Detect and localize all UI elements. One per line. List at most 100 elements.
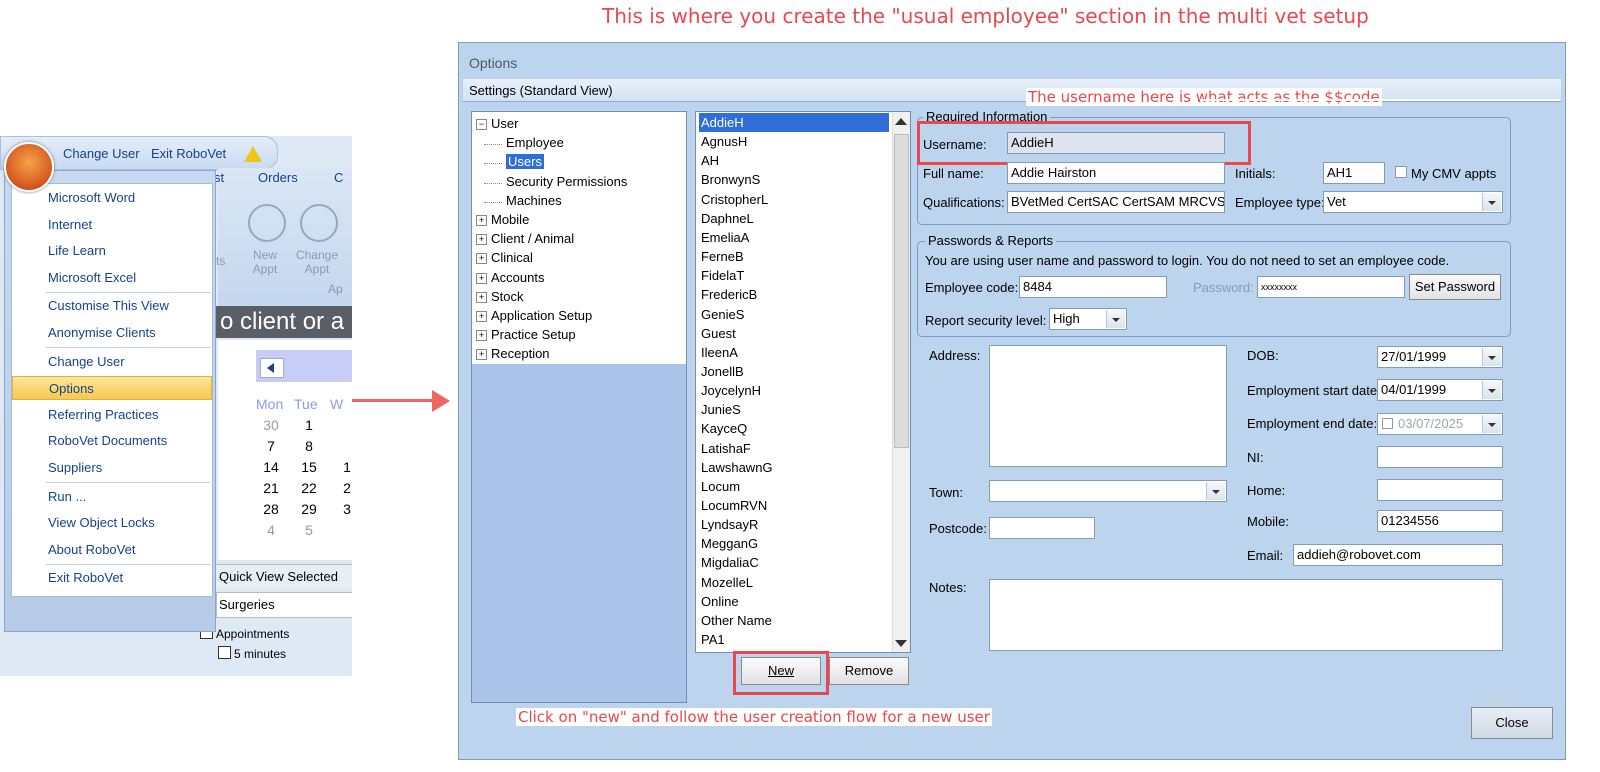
employment-end-field[interactable]: 03/07/2025 [1377,413,1503,435]
expand-icon[interactable]: + [476,234,487,246]
employee-type-select[interactable]: Vet [1323,191,1503,213]
expand-icon[interactable]: + [476,272,487,284]
change-user-link[interactable]: Change User [63,146,140,161]
calendar-day[interactable]: 29 [298,501,320,517]
five-minutes-checkbox[interactable] [218,646,231,659]
user-list-item[interactable]: Guest [699,324,889,343]
user-list-item[interactable]: LatishaF [699,439,889,458]
user-list-item[interactable]: FerneB [699,247,889,266]
chevron-down-icon[interactable] [1206,482,1225,500]
app-orb-icon[interactable] [4,142,54,192]
tree-node-stock[interactable]: + Stock [476,289,524,304]
client-search-bar[interactable]: o client or a [216,306,352,338]
user-list-item[interactable]: MozelleL [699,573,889,592]
tree-node-user[interactable]: − User [476,116,518,131]
menu-item-microsoft-word[interactable]: Microsoft Word [12,186,212,210]
password-field[interactable]: xxxxxxxx [1257,276,1405,298]
menu-item-customise-this-view[interactable]: Customise This View [12,294,212,318]
report-security-select[interactable]: High [1049,308,1127,330]
tree-node-clinical[interactable]: + Clinical [476,250,533,265]
user-list-item[interactable]: KayceQ [699,419,889,438]
calendar-day[interactable]: 14 [260,459,282,475]
email-field[interactable]: addieh@robovet.com [1293,544,1503,566]
home-phone-field[interactable] [1377,479,1503,501]
user-list-item[interactable]: BronwynS [699,170,889,189]
user-list-item[interactable]: LyndsayR [699,515,889,534]
notes-field[interactable] [989,579,1503,651]
user-list-item[interactable]: LocumRVN [699,496,889,515]
scroll-up-icon[interactable] [895,118,907,125]
calendar-day[interactable]: 3 [336,501,352,517]
calendar-day[interactable]: 1 [298,417,320,433]
calendar-day[interactable]: 15 [298,459,320,475]
ribbon-tab-orders[interactable]: Orders [258,170,298,185]
employment-end-checkbox[interactable] [1382,418,1393,429]
employment-start-field[interactable]: 04/01/1999 [1377,379,1503,401]
expand-icon[interactable]: + [476,253,487,265]
user-list-item[interactable]: IleenA [699,343,889,362]
menu-item-suppliers[interactable]: Suppliers [12,456,212,480]
menu-item-exit-robovet[interactable]: Exit RoboVet [12,566,212,590]
expand-icon[interactable]: + [476,349,487,361]
tree-node-employee[interactable]: Employee [484,135,564,150]
calendar-day[interactable]: 5 [298,522,320,538]
dob-field[interactable]: 27/01/1999 [1377,346,1503,368]
scrollbar-thumb[interactable] [894,134,909,448]
user-list-item[interactable]: AgnusH [699,132,889,151]
mobile-field[interactable]: 01234556 [1377,510,1503,532]
tree-node-machines[interactable]: Machines [484,193,562,208]
ribbon-tab-more[interactable]: C [334,170,343,185]
tree-node-users[interactable]: Users [484,154,544,170]
tree-node-security-permissions[interactable]: Security Permissions [484,174,627,189]
five-minutes-tree-item[interactable]: 5 minutes [218,646,286,661]
user-list-item[interactable]: FidelaT [699,266,889,285]
user-list-item[interactable]: PA1 [699,630,889,649]
chevron-down-icon[interactable] [1482,348,1501,366]
tree-node-reception[interactable]: + Reception [476,346,550,361]
close-button[interactable]: Close [1471,707,1553,739]
change-appt-button[interactable]: Change Appt [295,248,339,276]
chevron-down-icon[interactable] [1482,415,1501,433]
user-list-item[interactable]: FredericB [699,285,889,304]
remove-user-button[interactable]: Remove [829,657,909,685]
calendar-day[interactable]: 8 [298,438,320,454]
chevron-down-icon[interactable] [1106,310,1125,328]
expand-icon[interactable]: + [476,311,487,322]
tree-node-client-animal[interactable]: + Client / Animal [476,231,574,246]
calendar-day[interactable]: 2 [336,480,352,496]
user-list-item[interactable]: DaphneL [699,209,889,228]
menu-item-options[interactable]: Options [12,376,212,401]
initials-field[interactable]: AH1 [1323,162,1385,184]
menu-item-robovet-documents[interactable]: RoboVet Documents [12,429,212,453]
chevron-down-icon[interactable] [1482,193,1501,211]
user-list-item[interactable]: Locum [699,477,889,496]
user-list-item[interactable]: MegganG [699,534,889,553]
menu-item-run[interactable]: Run ... [12,485,212,509]
expand-icon[interactable]: + [476,330,487,342]
user-list-item[interactable]: Online [699,592,889,611]
user-list-item[interactable]: CristopherL [699,190,889,209]
calendar-day[interactable]: 22 [298,480,320,496]
menu-item-anonymise-clients[interactable]: Anonymise Clients [12,321,212,345]
user-list-item[interactable]: LawshawnG [699,458,889,477]
user-list-item[interactable]: Other Name [699,611,889,630]
quick-view-selected[interactable]: Quick View Selected [216,564,352,589]
tree-node-mobile[interactable]: + Mobile [476,212,529,227]
user-list-item[interactable]: MigdaliaC [699,553,889,572]
calendar-day[interactable]: 21 [260,480,282,496]
qualifications-field[interactable]: BVetMed CertSAC CertSAM MRCVS [1007,191,1225,213]
employee-code-field[interactable]: 8484 [1019,276,1167,298]
calendar-day[interactable]: 4 [260,522,282,538]
postcode-field[interactable] [989,517,1095,539]
calendar-day[interactable]: 30 [260,417,282,433]
new-appt-button[interactable]: New Appt [243,248,287,276]
set-password-button[interactable]: Set Password [1409,274,1501,300]
menu-item-referring-practices[interactable]: Referring Practices [12,403,212,427]
tree-node-practice-setup[interactable]: + Practice Setup [476,327,576,342]
menu-item-about-robovet[interactable]: About RoboVet [12,538,212,562]
menu-item-view-object-locks[interactable]: View Object Locks [12,511,212,535]
address-field[interactable] [989,345,1227,467]
user-list-item[interactable]: GenieS [699,305,889,324]
menu-item-microsoft-excel[interactable]: Microsoft Excel [12,266,212,290]
my-cmv-appts-checkbox[interactable] [1395,166,1407,178]
